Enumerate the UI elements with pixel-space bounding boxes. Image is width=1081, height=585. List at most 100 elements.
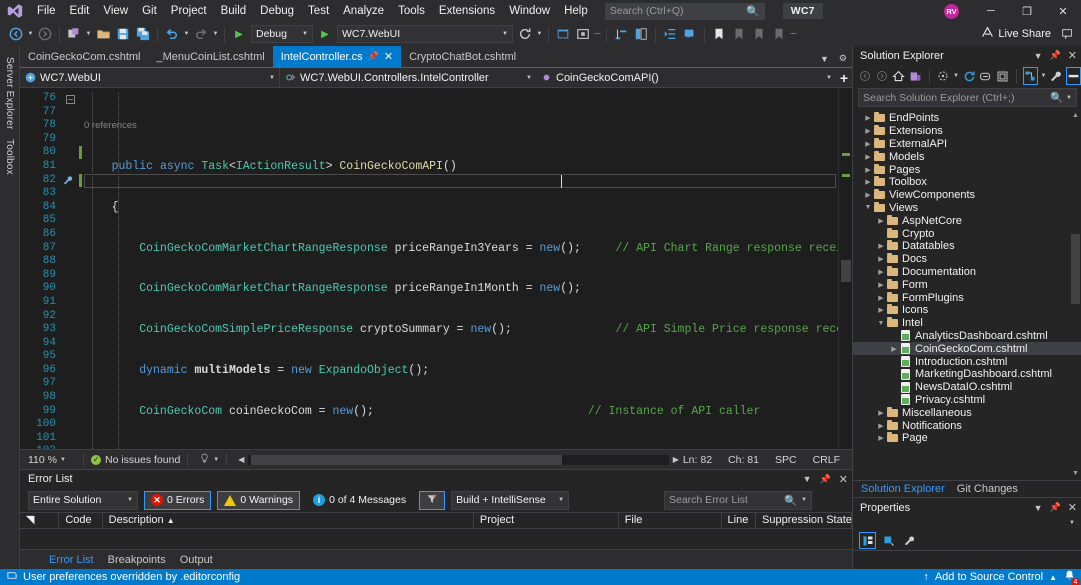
chevron-down-icon[interactable]: ▼ [1034,503,1043,513]
chevron-right-icon[interactable]: ▶ [876,268,886,276]
menu-help[interactable]: Help [557,0,595,22]
col-description[interactable]: Description ▲ [103,512,474,529]
breadcrumb-type[interactable]: WC7.WebUI.Controllers.IntelController ▼ [280,68,536,88]
tree-file-row[interactable]: ▶ CoinGeckoCom.cshtml [853,342,1081,356]
menu-analyze[interactable]: Analyze [336,0,391,22]
hot-reload-dropdown-icon[interactable]: ▼ [535,24,544,44]
tree-folder-row[interactable]: ▶ ViewComponents [853,189,1081,202]
tree-folder-row[interactable]: ▶ Models [853,150,1081,163]
menu-edit[interactable]: Edit [63,0,97,22]
solution-explorer-icon[interactable] [611,24,631,44]
close-icon[interactable]: ✕ [1068,501,1077,514]
chevron-down-icon[interactable]: ▼ [1034,51,1043,61]
chevron-right-icon[interactable]: ▶ [863,140,873,148]
chevron-right-icon[interactable]: ▶ [876,422,886,430]
tree-folder-row[interactable]: ▶ Pages [853,163,1081,176]
filter-button[interactable] [419,490,446,510]
doc-tab-intelcontroller[interactable]: IntelController.cs 📌 ✕ [272,46,402,67]
add-member-icon[interactable]: + [836,71,852,85]
live-share-button[interactable]: Live Share [977,26,1055,42]
chevron-down-icon[interactable]: ▼ [952,66,960,86]
back-icon[interactable] [858,67,873,85]
chevron-right-icon[interactable]: ▶ [876,242,886,250]
chevron-right-icon[interactable]: ▶ [863,127,873,135]
code-editor[interactable]: 76 77 78 79 80 81 82 83 84 85 86 87 88 8… [20,88,852,449]
tree-file-row[interactable]: Privacy.cshtml [853,394,1081,407]
select-element-icon[interactable] [573,24,593,44]
col-file[interactable]: File [619,512,722,529]
chevron-right-icon[interactable]: ▶ [876,281,886,289]
minimize-button[interactable]: ─ [973,0,1009,22]
chevron-down-icon[interactable]: ▼ [803,474,812,484]
close-icon[interactable]: ✕ [1068,49,1077,62]
code-text-area[interactable]: 0 references public async Task<IActionRe… [84,88,838,449]
line-indicator[interactable]: Ln: 82 [683,454,712,466]
chevron-down-icon[interactable]: ▼ [1066,95,1072,101]
menu-extensions[interactable]: Extensions [432,0,502,22]
tree-file-row[interactable]: NewsDataIO.cshtml [853,381,1081,394]
menu-window[interactable]: Window [502,0,557,22]
codelens-reference[interactable]: 0 references [84,120,137,131]
tree-file-row[interactable]: AnalyticsDashboard.cshtml [853,330,1081,343]
chevron-right-icon[interactable]: ▶ [876,255,886,263]
comment-icon[interactable] [680,24,700,44]
chevron-right-icon[interactable]: ▶ [889,345,899,353]
menu-test[interactable]: Test [301,0,336,22]
tree-folder-row[interactable]: ▶ Documentation [853,265,1081,279]
error-list-rows[interactable] [20,529,852,549]
col-code[interactable]: Code [59,512,103,529]
tree-file-row[interactable]: MarketingDashboard.cshtml [853,368,1081,381]
scope-filter-combo[interactable]: Entire Solution ▼ [28,490,138,510]
start-debug-icon[interactable]: ▶ [229,24,249,44]
pin-icon[interactable]: 📌 [1050,50,1061,61]
tree-folder-row[interactable]: ▶ Datatables [853,240,1081,253]
menu-git[interactable]: Git [135,0,164,22]
breadcrumb-project[interactable]: WC7.WebUI ▼ [20,67,280,88]
tree-folder-row[interactable]: ▶ AspNetCore [853,214,1081,227]
panel-tab-output[interactable]: Output [173,550,220,570]
tree-folder-row[interactable]: ▼ Views [853,201,1081,215]
col-line[interactable]: Line [722,512,756,529]
toolbar-overflow-icon[interactable]: — [789,24,798,44]
scroll-left-icon[interactable]: ◀ [238,455,244,464]
hscroll-thumb[interactable] [251,454,563,465]
doc-tab-cryptochatbot[interactable]: CryptoChatBot.cshtml [401,46,525,67]
chevron-right-icon[interactable]: ▶ [876,434,886,442]
tree-folder-row[interactable]: ▼ Intel [853,317,1081,330]
line-ending-indicator[interactable]: CRLF [813,454,840,466]
pending-changes-icon[interactable] [908,67,923,85]
dock-tab-git-changes[interactable]: Git Changes [951,483,1024,495]
save-icon[interactable] [113,24,133,44]
menu-debug[interactable]: Debug [253,0,301,22]
view-class-diagram-icon[interactable] [1022,67,1038,85]
menu-file[interactable]: File [30,0,63,22]
chevron-right-icon[interactable]: ▶ [876,217,886,225]
tree-folder-row[interactable]: ▶ ExternalAPI [853,137,1081,151]
doc-tab-menucoinlist[interactable]: _MenuCoinList.cshtml [148,46,273,67]
close-icon[interactable]: ✕ [384,50,393,63]
menu-project[interactable]: Project [164,0,214,22]
bookmark-prev-icon[interactable] [729,24,749,44]
new-project-dropdown-icon[interactable]: ▼ [84,24,93,44]
redo-dropdown-icon[interactable]: ▼ [211,24,220,44]
pin-icon[interactable]: 📌 [368,51,379,62]
indentation-indicator[interactable]: SPC [775,454,797,466]
indent-icon[interactable] [660,24,680,44]
quick-actions-icon[interactable] [63,175,74,189]
errors-toggle[interactable]: ✕ 0 Errors [144,490,212,510]
feedback-icon[interactable] [1057,24,1077,44]
tree-folder-row[interactable]: ▶ Notifications [853,419,1081,432]
chevron-right-icon[interactable]: ▶ [863,114,873,122]
panel-tab-error-list[interactable]: Error List [42,550,101,570]
hot-reload-icon[interactable] [515,24,535,44]
gear-icon[interactable]: ⚙ [836,53,850,64]
avatar[interactable]: RV [944,3,959,19]
chevron-down-icon[interactable]: ▼ [876,320,886,327]
menu-build[interactable]: Build [214,0,254,22]
menu-tools[interactable]: Tools [391,0,432,22]
panel-tab-breakpoints[interactable]: Breakpoints [101,550,173,570]
chevron-up-icon[interactable]: ▲ [1049,573,1057,582]
tab-list-chevron-icon[interactable]: ▼ [817,54,832,64]
undo-dropdown-icon[interactable]: ▼ [182,24,191,44]
code-suggestions-control[interactable]: ▼ [195,453,219,467]
